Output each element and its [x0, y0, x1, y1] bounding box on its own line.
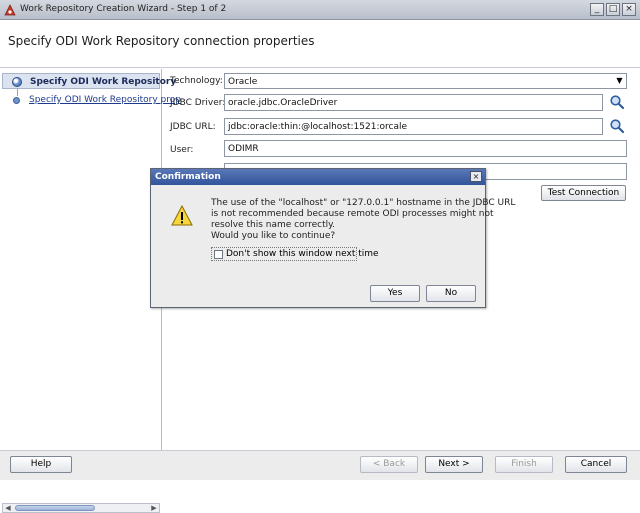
message-line: The use of the "localhost" or "127.0.0.1… [211, 198, 516, 208]
wizard-button-bar: Help < Back Next > Finish Cancel [0, 450, 640, 480]
dont-show-again-checkbox[interactable] [214, 250, 223, 259]
dialog-message: The use of the "localhost" or "127.0.0.1… [211, 198, 516, 242]
technology-select[interactable]: Oracle ▼ [224, 73, 627, 89]
message-line: is not recommended because remote ODI pr… [211, 209, 494, 219]
maximize-button[interactable]: □ [606, 3, 620, 16]
chevron-down-icon[interactable]: ▼ [615, 77, 624, 85]
technology-label: Technology: [170, 76, 223, 86]
jdbc-driver-label: JDBC Driver: [170, 98, 226, 108]
jdbc-url-field[interactable]: jdbc:oracle:thin:@localhost:1521:orcale [224, 118, 603, 135]
wizard-steps-panel: Specify ODI Work Repository Specify ODI … [0, 69, 181, 513]
search-url-icon[interactable] [609, 118, 625, 134]
pending-step-icon [13, 97, 20, 104]
warning-icon [171, 205, 193, 226]
back-button[interactable]: < Back [360, 456, 418, 473]
jdbc-url-label: JDBC URL: [170, 122, 216, 132]
dont-show-again-label: Don't show this window next time [226, 249, 379, 259]
dont-show-again-option[interactable]: Don't show this window next time [211, 247, 379, 261]
scroll-thumb[interactable] [15, 505, 95, 511]
help-button[interactable]: Help [10, 456, 72, 473]
jdbc-url-value: jdbc:oracle:thin:@localhost:1521:orcale [228, 122, 407, 132]
window-title: Work Repository Creation Wizard - Step 1… [20, 4, 227, 14]
cancel-button[interactable]: Cancel [565, 456, 627, 473]
window-titlebar: Work Repository Creation Wizard - Step 1… [0, 0, 640, 20]
wizard-step-properties-link[interactable]: Specify ODI Work Repository prop [29, 95, 181, 105]
test-connection-button[interactable]: Test Connection [541, 185, 626, 201]
scroll-left-arrow-icon[interactable]: ◀ [3, 504, 13, 512]
wizard-step-connection[interactable]: Specify ODI Work Repository [2, 73, 176, 89]
odi-app-icon [4, 4, 16, 16]
user-field[interactable]: ODIMR [224, 140, 627, 157]
dialog-close-icon[interactable]: × [470, 171, 482, 182]
wizard-header: Specify ODI Work Repository connection p… [0, 20, 640, 68]
scroll-right-arrow-icon[interactable]: ▶ [149, 504, 159, 512]
jdbc-driver-value: oracle.jdbc.OracleDriver [228, 98, 338, 108]
dialog-titlebar: Confirmation × [151, 169, 485, 185]
minimize-button[interactable]: _ [590, 3, 604, 16]
message-line: Would you like to continue? [211, 231, 336, 241]
page-title: Specify ODI Work Repository connection p… [8, 34, 315, 48]
nav-horizontal-scrollbar[interactable]: ◀ ▶ [2, 503, 160, 513]
active-step-icon [12, 77, 22, 87]
technology-value: Oracle [228, 77, 258, 87]
message-line: resolve this name correctly. [211, 220, 336, 230]
finish-button[interactable]: Finish [495, 456, 553, 473]
user-value: ODIMR [228, 144, 259, 154]
wizard-step-connection-label: Specify ODI Work Repository [30, 77, 177, 87]
next-button[interactable]: Next > [425, 456, 483, 473]
yes-button[interactable]: Yes [370, 285, 420, 302]
dialog-title: Confirmation [155, 172, 221, 182]
step-connector-line [17, 88, 18, 96]
close-button[interactable]: × [622, 3, 636, 16]
user-label: User: [170, 145, 194, 155]
no-button[interactable]: No [426, 285, 476, 302]
search-driver-icon[interactable] [609, 94, 625, 110]
jdbc-driver-field[interactable]: oracle.jdbc.OracleDriver [224, 94, 603, 111]
confirmation-dialog: Confirmation × The use of the "localhost… [150, 168, 516, 308]
